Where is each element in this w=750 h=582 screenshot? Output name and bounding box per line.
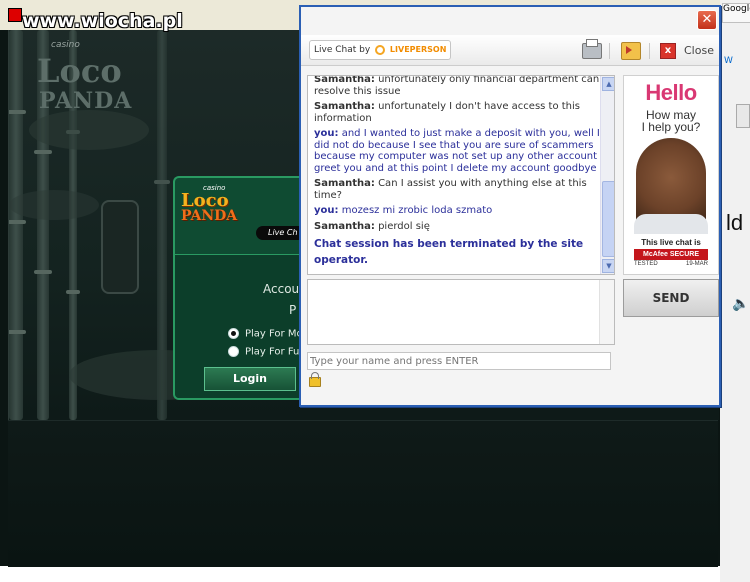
radio-play-fun-label: Play For Fu [245, 346, 300, 358]
casino-logo-faded: casino Loco PANDA [29, 40, 131, 120]
agent-photo-shirt [634, 214, 708, 234]
agent-message: Samantha: unfortunately I don't have acc… [314, 101, 600, 124]
name-input[interactable] [307, 352, 611, 370]
password-label: P [289, 303, 297, 317]
ad-line2: I help you? [641, 120, 701, 134]
liveperson-logo-icon [375, 44, 386, 55]
box-icon [736, 104, 750, 128]
message-text: mozesz mi zrobic loda szmato [341, 205, 493, 216]
ad-hello: Hello [645, 80, 697, 105]
print-icon[interactable] [582, 39, 602, 59]
scroll-thumb[interactable] [602, 181, 614, 257]
message-sender: Samantha: [314, 178, 375, 189]
mcafee-tested-row: TESTED 19-MAR [634, 261, 708, 267]
agent-message: Samantha: pierdol się [314, 221, 600, 233]
send-button[interactable]: SEND [623, 279, 719, 317]
partial-heading: ld [726, 210, 744, 235]
casino-lower-panel [8, 420, 718, 567]
slot-machine-silhouette [101, 200, 139, 294]
secure-text: This live chat is [641, 238, 701, 247]
chat-header: Live Chat by LIVEPERSON x Close [301, 35, 719, 66]
message-sender: you: [314, 128, 339, 139]
site-watermark: www.wiocha.pl [22, 10, 183, 32]
google-tab[interactable]: Google [722, 3, 750, 23]
message-text: and I wanted to just make a deposit with… [314, 128, 600, 174]
visitor-message: you: mozesz mi zrobic loda szmato [314, 205, 600, 217]
browser-right-panel [720, 0, 750, 582]
logo-casino-text: casino [51, 40, 80, 50]
visitor-message: you: and I wanted to just make a deposit… [314, 128, 600, 174]
liveperson-brand: LIVEPERSON [389, 45, 447, 54]
windows-link[interactable]: W [724, 56, 750, 74]
account-heading: Accou [263, 282, 300, 296]
transcript-scrollbar[interactable]: ▲ ▼ [600, 76, 614, 274]
message-sender: you: [314, 205, 339, 216]
agent-message: Samantha: unfortunately only financial d… [314, 75, 600, 97]
system-message: Chat session has been terminated by the … [314, 238, 584, 266]
agent-ad-panel: Hello How may I help you? This live chat… [623, 75, 719, 275]
radio-button[interactable] [228, 328, 239, 339]
transcript-messages: Samantha: unfortunately only financial d… [314, 75, 600, 272]
header-divider [609, 43, 610, 59]
tested-label: TESTED [634, 261, 658, 267]
message-sender: Samantha: [314, 75, 375, 85]
live-chat-window: Live Chat by LIVEPERSON x Close Samantha… [299, 5, 721, 407]
secure-lock-icon [309, 372, 321, 387]
login-logo-panda: PANDA [181, 208, 238, 224]
agent-photo [636, 138, 706, 226]
tested-date: 19-MAR [685, 261, 708, 267]
mcafee-secure-badge[interactable]: McAfee SECURE [634, 249, 708, 260]
scroll-up-arrow[interactable]: ▲ [602, 77, 614, 91]
speaker-icon[interactable]: 🔈 [732, 296, 749, 312]
compose-scrollbar[interactable] [599, 280, 614, 344]
login-button[interactable]: Login [204, 367, 296, 391]
chat-transcript[interactable]: Samantha: unfortunately only financial d… [307, 75, 615, 275]
radio-play-money[interactable]: Play For Mo [228, 328, 303, 340]
header-divider [649, 43, 650, 59]
logo-panda-text: PANDA [39, 88, 133, 114]
window-close-button[interactable]: ✕ [697, 10, 717, 30]
radio-play-fun[interactable]: Play For Fu [228, 346, 299, 358]
message-text: pierdol się [378, 220, 430, 232]
message-sender: Samantha: [314, 101, 375, 112]
agent-message: Samantha: Can I assist you with anything… [314, 178, 600, 201]
email-transcript-icon[interactable] [621, 42, 641, 60]
scroll-down-arrow[interactable]: ▼ [602, 259, 614, 273]
wiocha-logo-icon [8, 8, 22, 22]
radio-play-money-label: Play For Mo [245, 328, 303, 340]
live-chat-by-text: Live Chat by [314, 45, 371, 55]
radio-button[interactable] [228, 346, 239, 357]
close-label[interactable]: Close [684, 44, 714, 57]
casino-logo: casino Loco PANDA [179, 184, 249, 224]
message-sender: Samantha: [314, 220, 375, 232]
liveperson-badge[interactable]: Live Chat by LIVEPERSON [309, 40, 452, 60]
message-compose-area[interactable] [307, 279, 615, 345]
logo-loco-text: Loco [37, 52, 122, 90]
close-icon[interactable]: x [660, 43, 676, 59]
ad-subtitle: How may I help you? [628, 109, 714, 133]
